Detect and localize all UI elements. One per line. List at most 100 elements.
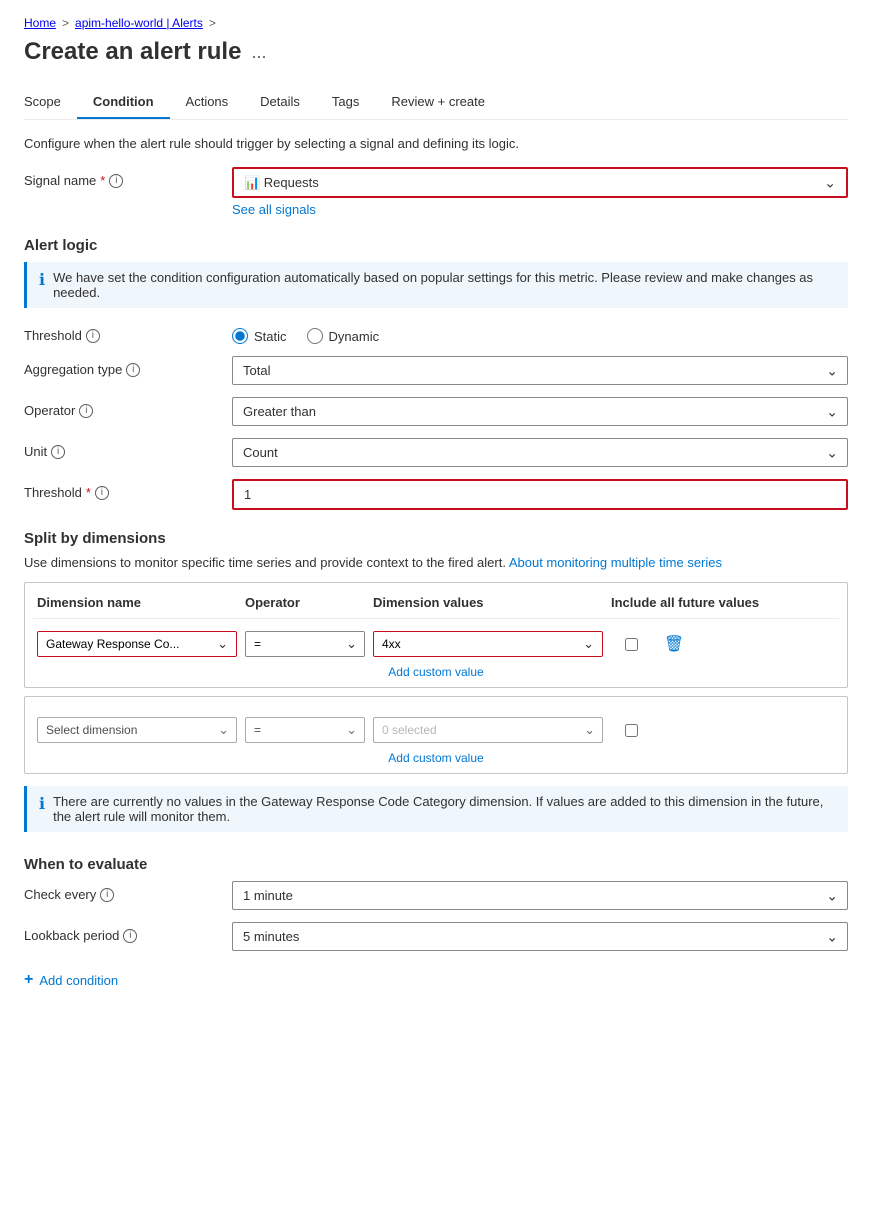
aggregation-type-label: Aggregation type i [24,356,224,377]
dim-header-name: Dimension name [37,595,237,610]
lookback-period-select-wrapper: 1 minute 5 minutes 10 minutes 15 minutes… [232,922,848,951]
operator-info-icon[interactable]: i [79,404,93,418]
check-every-select[interactable]: 1 minute 5 minutes 10 minutes 15 minutes… [232,881,848,910]
aggregation-type-info-icon[interactable]: i [126,363,140,377]
threshold-dynamic-radio[interactable] [307,328,323,344]
dim-operator-select-wrapper-1: = != [245,631,365,657]
see-all-signals-link[interactable]: See all signals [232,202,848,217]
tab-review-create[interactable]: Review + create [375,86,501,119]
signal-name-select-wrapper: 📊 Requests [232,167,848,198]
dim-values-select-1[interactable]: 4xx [374,632,602,656]
tab-condition[interactable]: Condition [77,86,170,119]
operator-row: Operator i Greater than Less than Greate… [24,397,848,426]
lookback-period-row: Lookback period i 1 minute 5 minutes 10 … [24,922,848,951]
dim-values-select-wrapper-1: 4xx [373,631,603,657]
dim-header-operator: Operator [245,595,365,610]
page-title-container: Create an alert rule ... [24,38,848,66]
dimension-header-row: Dimension name Operator Dimension values… [33,591,839,619]
dim-include-all-checkbox-1[interactable] [625,638,638,651]
breadcrumb-resource[interactable]: apim-hello-world | Alerts [75,16,203,30]
dim-name-select-1[interactable]: Gateway Response Co... [38,632,236,656]
dim-include-all-checkbox-2[interactable] [625,724,638,737]
aggregation-type-control: Total Average Minimum Maximum Count [232,356,848,385]
signal-name-info-icon[interactable]: i [109,174,123,188]
lookback-period-info-icon[interactable]: i [123,929,137,943]
add-custom-value-link-1[interactable]: Add custom value [33,665,839,679]
unit-select[interactable]: Count Bytes Seconds Milliseconds Percent [232,438,848,467]
signal-name-row: Signal name * i 📊 Requests See all signa… [24,167,848,217]
split-dimensions-section: Split by dimensions Use dimensions to mo… [24,530,848,832]
dimension-table: Dimension name Operator Dimension values… [24,582,848,688]
info-icon-blue: ℹ [39,270,45,290]
add-custom-value-link-2[interactable]: Add custom value [33,751,839,765]
tab-details[interactable]: Details [244,86,316,119]
breadcrumb-home[interactable]: Home [24,16,56,30]
threshold-value-row: Threshold * i [24,479,848,510]
unit-label: Unit i [24,438,224,459]
threshold-dynamic-option[interactable]: Dynamic [307,328,380,344]
unit-control: Count Bytes Seconds Milliseconds Percent [232,438,848,467]
signal-name-required: * [100,173,105,188]
signal-name-label: Signal name * i [24,167,224,188]
page-title: Create an alert rule [24,38,241,66]
threshold-static-option[interactable]: Static [232,328,287,344]
threshold-value-label: Threshold * i [24,479,224,500]
check-every-select-wrapper: 1 minute 5 minutes 10 minutes 15 minutes… [232,881,848,910]
dim-name-select-wrapper-2: Select dimension [37,717,237,743]
condition-description: Configure when the alert rule should tri… [24,136,848,151]
breadcrumb-sep2: > [209,16,216,30]
split-dimensions-desc: Use dimensions to monitor specific time … [24,555,848,570]
dimension-row-1: Gateway Response Co... = != 4xx 🗑 [33,627,839,661]
dimension-info-box: ℹ There are currently no values in the G… [24,786,848,832]
alert-logic-title: Alert logic [24,237,848,254]
dimension-info-text: There are currently no values in the Gat… [53,794,836,824]
operator-select-wrapper: Greater than Less than Greater than or e… [232,397,848,426]
dim-name-select-wrapper-1: Gateway Response Co... [37,631,237,657]
dim-delete-icon-1[interactable]: 🗑 [659,634,689,654]
when-to-evaluate-section: When to evaluate Check every i 1 minute … [24,856,848,951]
dim-values-select-2[interactable]: 0 selected [373,717,603,743]
aggregation-type-select[interactable]: Total Average Minimum Maximum Count [232,356,848,385]
threshold-static-label: Static [254,329,287,344]
dim-include-all-cell-2 [611,724,651,737]
check-every-label: Check every i [24,881,224,902]
split-dimensions-title: Split by dimensions [24,530,848,547]
add-condition-label: Add condition [39,973,118,988]
dim-info-icon: ℹ [39,794,45,814]
dim-name-select-2[interactable]: Select dimension [37,717,237,743]
threshold-type-row: Threshold i Static Dynamic [24,322,848,344]
threshold-value-info-icon[interactable]: i [95,486,109,500]
threshold-value-input-wrapper [232,479,848,510]
signal-name-control: 📊 Requests See all signals [232,167,848,217]
tab-scope[interactable]: Scope [24,86,77,119]
operator-control: Greater than Less than Greater than or e… [232,397,848,426]
aggregation-type-row: Aggregation type i Total Average Minimum… [24,356,848,385]
tab-tags[interactable]: Tags [316,86,375,119]
operator-select[interactable]: Greater than Less than Greater than or e… [232,397,848,426]
breadcrumb: Home > apim-hello-world | Alerts > [24,16,848,30]
lookback-period-select[interactable]: 1 minute 5 minutes 10 minutes 15 minutes… [232,922,848,951]
check-every-control: 1 minute 5 minutes 10 minutes 15 minutes… [232,881,848,910]
dim-operator-select-wrapper-2: = != [245,717,365,743]
when-to-evaluate-title: When to evaluate [24,856,848,873]
unit-info-icon[interactable]: i [51,445,65,459]
threshold-static-radio[interactable] [232,328,248,344]
breadcrumb-sep1: > [62,16,69,30]
add-condition-plus-icon: + [24,971,33,989]
dim-include-all-cell-1 [611,638,651,651]
add-condition-button[interactable]: + Add condition [24,971,848,989]
alert-logic-info-box: ℹ We have set the condition configuratio… [24,262,848,308]
page-title-ellipsis[interactable]: ... [251,42,266,63]
tab-actions[interactable]: Actions [170,86,245,119]
dimension-row-2: Select dimension = != 0 selected [33,713,839,747]
dim-operator-select-1[interactable]: = != [245,631,365,657]
dim-values-select-wrapper-2: 0 selected [373,717,603,743]
threshold-type-info-icon[interactable]: i [86,329,100,343]
about-monitoring-link[interactable]: About monitoring multiple time series [509,555,722,570]
dim-operator-select-2[interactable]: = != [245,717,365,743]
dimension-row-2-container: Select dimension = != 0 selected Add cus… [24,696,848,774]
unit-row: Unit i Count Bytes Seconds Milliseconds … [24,438,848,467]
check-every-info-icon[interactable]: i [100,888,114,902]
signal-name-select[interactable]: 📊 Requests [234,169,846,196]
threshold-value-input[interactable] [234,481,846,508]
